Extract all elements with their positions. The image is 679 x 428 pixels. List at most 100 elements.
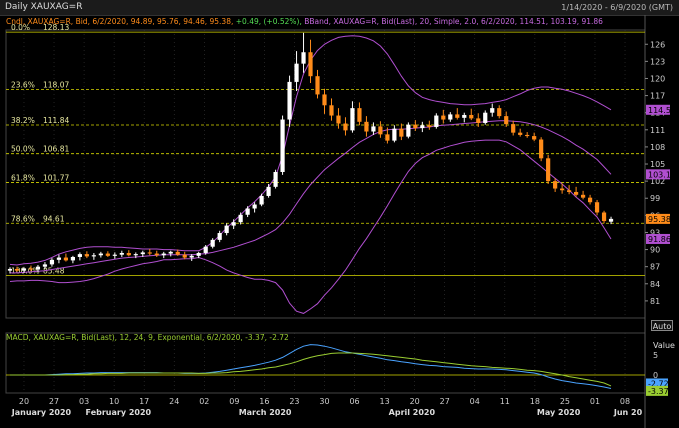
candle-body — [601, 212, 607, 222]
x-tick-label: 30 — [319, 397, 329, 406]
month-label: May 2020 — [537, 408, 581, 417]
candle-body — [217, 233, 222, 240]
candle-body — [594, 202, 600, 213]
fib-level-value: 101.77 — [43, 173, 69, 182]
y-tick-label: 105 — [650, 160, 665, 169]
candle-body — [343, 123, 348, 131]
candle-body — [406, 124, 411, 137]
candle-body — [511, 124, 516, 133]
bollinger-lower-line — [9, 139, 612, 314]
x-tick-label: 10 — [109, 397, 119, 406]
candles — [7, 32, 614, 274]
candle-body — [567, 190, 572, 192]
candle-body — [308, 52, 313, 77]
month-label: Jun 20 — [613, 408, 643, 417]
candle-body — [287, 81, 292, 120]
candle-body — [371, 126, 376, 132]
candle-body — [441, 115, 446, 120]
candle-body — [119, 252, 124, 255]
candle-body — [427, 125, 432, 127]
candle-body — [266, 186, 271, 196]
x-tick-label: 18 — [530, 397, 540, 406]
y-tick-label: 81 — [650, 297, 660, 306]
x-tick-label: 24 — [169, 397, 179, 406]
x-tick-label: 04 — [470, 397, 480, 406]
x-tick-label: 09 — [229, 397, 239, 406]
candle-body — [28, 268, 34, 270]
candle-body — [126, 252, 131, 256]
candle-body — [252, 204, 257, 209]
candle-body — [350, 108, 355, 131]
x-tick-label: 16 — [259, 397, 269, 406]
candle-body — [539, 139, 544, 159]
chart-canvas[interactable]: 0.0% 128.1323.6% 118.0738.2% 111.8450.0% 106… — [0, 0, 679, 428]
x-tick-label: 20 — [410, 397, 420, 406]
x-tick-label: 27 — [440, 397, 450, 406]
auto-scale-button[interactable]: Auto — [651, 320, 673, 331]
candle-body — [35, 266, 41, 270]
macd-axis-title: Value — [653, 341, 675, 350]
candle-body — [525, 134, 530, 137]
bollinger-middle-line — [10, 120, 612, 274]
candle-body — [420, 125, 425, 129]
x-tick-label: 20 — [19, 397, 29, 406]
candle-body — [7, 268, 13, 271]
fib-level-value: 118.07 — [43, 80, 69, 89]
candle-body — [497, 108, 502, 117]
fibonacci-levels: 0.0% 128.1323.6% 118.0738.2% 111.8450.0% 106… — [6, 23, 645, 276]
fib-level-pct: 100.0% — [11, 266, 40, 275]
fib-level-value: 106.81 — [43, 145, 69, 154]
price-badge-label: 95.38 — [648, 215, 671, 224]
y-tick-label: 99 — [650, 194, 660, 203]
x-tick-label: 06 — [349, 397, 359, 406]
price-badge-label: 114.51 — [648, 106, 676, 115]
fib-level-pct: 61.8% — [11, 173, 35, 182]
candle-body — [161, 253, 166, 256]
x-tick-label: 13 — [380, 397, 390, 406]
y-tick-label: 123 — [650, 57, 665, 66]
candle-body — [532, 136, 537, 140]
candle-body — [329, 105, 334, 116]
candle-body — [553, 181, 558, 189]
x-tick-label: 27 — [49, 397, 59, 406]
candle-body — [98, 253, 103, 256]
candle-body — [231, 222, 236, 226]
candle-body — [49, 259, 55, 265]
candle-body — [189, 255, 194, 258]
candle-body — [587, 197, 593, 203]
candle-body — [546, 158, 551, 182]
macd-badge-label: -3.37 — [648, 387, 669, 396]
month-label: March 2020 — [239, 408, 292, 417]
x-tick-label: 01 — [590, 397, 600, 406]
macd-macd-line — [10, 344, 612, 389]
candle-body — [336, 115, 341, 124]
candle-body — [315, 76, 320, 95]
candle-body — [84, 254, 89, 257]
fib-level-value: 94.61 — [43, 214, 65, 223]
fib-level-value: 111.84 — [43, 116, 69, 125]
macd-pane-frame — [5, 332, 646, 394]
y-tick-label: 126 — [650, 40, 665, 49]
month-label: January 2020 — [11, 408, 72, 417]
x-tick-label: 08 — [620, 397, 630, 406]
candle-body — [105, 253, 110, 256]
y-tick-label: 117 — [650, 92, 665, 101]
candle-body — [580, 194, 586, 198]
candle-body — [273, 172, 278, 187]
candle-body — [413, 124, 418, 129]
candle-body — [112, 254, 117, 256]
bband-legend: BBand, XAUXAG=R, Bid(Last), 20, Simple, … — [304, 17, 603, 26]
candle-body — [182, 254, 187, 258]
macd-lines — [6, 344, 645, 389]
candle-body — [147, 252, 152, 254]
candle-legend-values: Cndl, XAUXAG=R, Bid, 6/2/2020, 94.89, 95… — [6, 17, 233, 26]
month-label: April 2020 — [389, 408, 436, 417]
candle-body — [385, 134, 390, 141]
candle-body — [518, 132, 523, 135]
candle-body — [294, 63, 299, 82]
macd-signal-line — [10, 352, 612, 387]
y-tick-label: 87 — [650, 263, 660, 272]
candle-body — [91, 255, 96, 257]
candle-body — [77, 254, 82, 257]
candle-body — [154, 253, 159, 256]
